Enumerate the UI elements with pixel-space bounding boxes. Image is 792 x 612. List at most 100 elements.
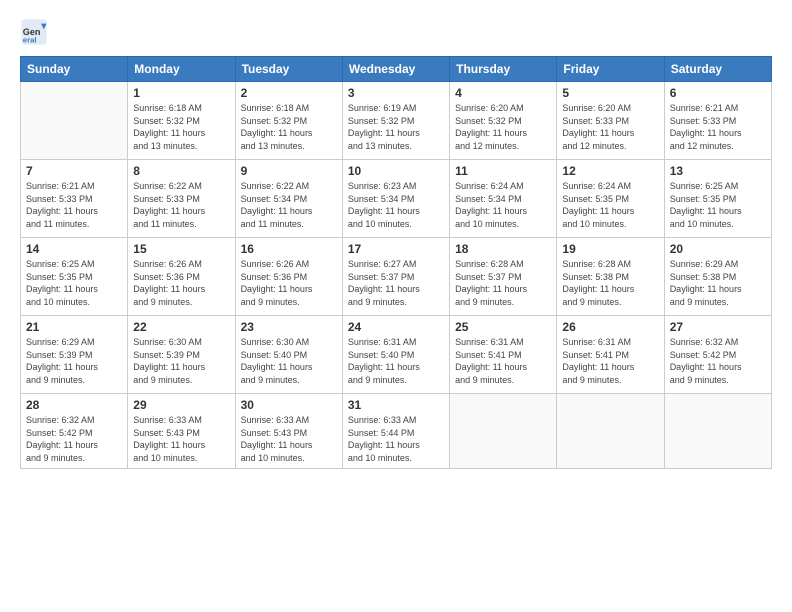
- calendar-cell: 4 Sunrise: 6:20 AM Sunset: 5:32 PM Daylig…: [450, 82, 557, 160]
- calendar-cell: [450, 394, 557, 469]
- calendar-header-tuesday: Tuesday: [235, 57, 342, 82]
- day-number: 16: [241, 242, 337, 256]
- day-info: Sunrise: 6:22 AM Sunset: 5:34 PM Dayligh…: [241, 180, 337, 230]
- day-info: Sunrise: 6:28 AM Sunset: 5:38 PM Dayligh…: [562, 258, 658, 308]
- day-info: Sunrise: 6:20 AM Sunset: 5:33 PM Dayligh…: [562, 102, 658, 152]
- page-header: Gen eral: [20, 18, 772, 46]
- calendar-cell: 10 Sunrise: 6:23 AM Sunset: 5:34 PM Dayli…: [342, 160, 449, 238]
- day-number: 7: [26, 164, 122, 178]
- calendar-cell: 15 Sunrise: 6:26 AM Sunset: 5:36 PM Dayli…: [128, 238, 235, 316]
- calendar-header-saturday: Saturday: [664, 57, 771, 82]
- calendar-cell: 28 Sunrise: 6:32 AM Sunset: 5:42 PM Dayli…: [21, 394, 128, 469]
- day-info: Sunrise: 6:29 AM Sunset: 5:39 PM Dayligh…: [26, 336, 122, 386]
- calendar-cell: 8Sunrise: 6:22 AM Sunset: 5:33 PM Daylig…: [128, 160, 235, 238]
- day-info: Sunrise: 6:20 AM Sunset: 5:32 PM Dayligh…: [455, 102, 551, 152]
- calendar-table: SundayMondayTuesdayWednesdayThursdayFrid…: [20, 56, 772, 469]
- day-number: 29: [133, 398, 229, 412]
- day-info: Sunrise: 6:28 AM Sunset: 5:37 PM Dayligh…: [455, 258, 551, 308]
- calendar-cell: 23Sunrise: 6:30 AM Sunset: 5:40 PM Dayli…: [235, 316, 342, 394]
- day-info: Sunrise: 6:33 AM Sunset: 5:43 PM Dayligh…: [133, 414, 229, 464]
- day-info: Sunrise: 6:24 AM Sunset: 5:35 PM Dayligh…: [562, 180, 658, 230]
- calendar-cell: 19Sunrise: 6:28 AM Sunset: 5:38 PM Dayli…: [557, 238, 664, 316]
- day-info: Sunrise: 6:33 AM Sunset: 5:44 PM Dayligh…: [348, 414, 444, 464]
- day-number: 5: [562, 86, 658, 100]
- day-number: 25: [455, 320, 551, 334]
- day-info: Sunrise: 6:19 AM Sunset: 5:32 PM Dayligh…: [348, 102, 444, 152]
- day-number: 15: [133, 242, 229, 256]
- calendar-cell: 26 Sunrise: 6:31 AM Sunset: 5:41 PM Dayli…: [557, 316, 664, 394]
- calendar-week-row: 21 Sunrise: 6:29 AM Sunset: 5:39 PM Dayli…: [21, 316, 772, 394]
- day-number: 24: [348, 320, 444, 334]
- day-info: Sunrise: 6:29 AM Sunset: 5:38 PM Dayligh…: [670, 258, 766, 308]
- calendar-cell: 27 Sunrise: 6:32 AM Sunset: 5:42 PM Dayli…: [664, 316, 771, 394]
- day-info: Sunrise: 6:27 AM Sunset: 5:37 PM Dayligh…: [348, 258, 444, 308]
- calendar-cell: 7 Sunrise: 6:21 AM Sunset: 5:33 PM Daylig…: [21, 160, 128, 238]
- calendar-cell: 30 Sunrise: 6:33 AM Sunset: 5:43 PM Dayli…: [235, 394, 342, 469]
- day-number: 22: [133, 320, 229, 334]
- day-number: 8: [133, 164, 229, 178]
- day-number: 10: [348, 164, 444, 178]
- day-info: Sunrise: 6:31 AM Sunset: 5:40 PM Dayligh…: [348, 336, 444, 386]
- day-number: 9: [241, 164, 337, 178]
- day-number: 28: [26, 398, 122, 412]
- day-info: Sunrise: 6:33 AM Sunset: 5:43 PM Dayligh…: [241, 414, 337, 464]
- day-number: 17: [348, 242, 444, 256]
- day-number: 1: [133, 86, 229, 100]
- day-info: Sunrise: 6:32 AM Sunset: 5:42 PM Dayligh…: [670, 336, 766, 386]
- calendar-cell: 22 Sunrise: 6:30 AM Sunset: 5:39 PM Dayli…: [128, 316, 235, 394]
- calendar-cell: [21, 82, 128, 160]
- calendar-header-wednesday: Wednesday: [342, 57, 449, 82]
- calendar-cell: 16 Sunrise: 6:26 AM Sunset: 5:36 PM Dayli…: [235, 238, 342, 316]
- calendar-cell: 2 Sunrise: 6:18 AM Sunset: 5:32 PM Daylig…: [235, 82, 342, 160]
- calendar-cell: [557, 394, 664, 469]
- day-number: 31: [348, 398, 444, 412]
- day-number: 14: [26, 242, 122, 256]
- day-number: 20: [670, 242, 766, 256]
- day-info: Sunrise: 6:26 AM Sunset: 5:36 PM Dayligh…: [133, 258, 229, 308]
- day-number: 6: [670, 86, 766, 100]
- calendar-week-row: 1 Sunrise: 6:18 AM Sunset: 5:32 PM Daylig…: [21, 82, 772, 160]
- calendar-cell: [664, 394, 771, 469]
- day-number: 27: [670, 320, 766, 334]
- day-info: Sunrise: 6:32 AM Sunset: 5:42 PM Dayligh…: [26, 414, 122, 464]
- day-info: Sunrise: 6:30 AM Sunset: 5:40 PM Dayligh…: [241, 336, 337, 386]
- logo: Gen eral: [20, 18, 52, 46]
- calendar-cell: 24 Sunrise: 6:31 AM Sunset: 5:40 PM Dayli…: [342, 316, 449, 394]
- calendar-cell: 3Sunrise: 6:19 AM Sunset: 5:32 PM Daylig…: [342, 82, 449, 160]
- calendar-header-friday: Friday: [557, 57, 664, 82]
- day-info: Sunrise: 6:31 AM Sunset: 5:41 PM Dayligh…: [562, 336, 658, 386]
- day-info: Sunrise: 6:30 AM Sunset: 5:39 PM Dayligh…: [133, 336, 229, 386]
- calendar-header-row: SundayMondayTuesdayWednesdayThursdayFrid…: [21, 57, 772, 82]
- day-number: 30: [241, 398, 337, 412]
- day-info: Sunrise: 6:18 AM Sunset: 5:32 PM Dayligh…: [133, 102, 229, 152]
- day-number: 13: [670, 164, 766, 178]
- day-number: 26: [562, 320, 658, 334]
- calendar-header-thursday: Thursday: [450, 57, 557, 82]
- calendar-cell: 13 Sunrise: 6:25 AM Sunset: 5:35 PM Dayli…: [664, 160, 771, 238]
- calendar-cell: 25 Sunrise: 6:31 AM Sunset: 5:41 PM Dayli…: [450, 316, 557, 394]
- day-number: 21: [26, 320, 122, 334]
- calendar-cell: 11 Sunrise: 6:24 AM Sunset: 5:34 PM Dayli…: [450, 160, 557, 238]
- day-info: Sunrise: 6:18 AM Sunset: 5:32 PM Dayligh…: [241, 102, 337, 152]
- day-info: Sunrise: 6:23 AM Sunset: 5:34 PM Dayligh…: [348, 180, 444, 230]
- day-number: 4: [455, 86, 551, 100]
- calendar-header-sunday: Sunday: [21, 57, 128, 82]
- calendar-week-row: 28 Sunrise: 6:32 AM Sunset: 5:42 PM Dayli…: [21, 394, 772, 469]
- calendar-cell: 20 Sunrise: 6:29 AM Sunset: 5:38 PM Dayli…: [664, 238, 771, 316]
- svg-text:eral: eral: [23, 36, 37, 45]
- day-number: 2: [241, 86, 337, 100]
- day-info: Sunrise: 6:25 AM Sunset: 5:35 PM Dayligh…: [670, 180, 766, 230]
- day-info: Sunrise: 6:21 AM Sunset: 5:33 PM Dayligh…: [670, 102, 766, 152]
- calendar-cell: 9 Sunrise: 6:22 AM Sunset: 5:34 PM Daylig…: [235, 160, 342, 238]
- day-info: Sunrise: 6:26 AM Sunset: 5:36 PM Dayligh…: [241, 258, 337, 308]
- day-info: Sunrise: 6:31 AM Sunset: 5:41 PM Dayligh…: [455, 336, 551, 386]
- day-number: 12: [562, 164, 658, 178]
- calendar-cell: 31 Sunrise: 6:33 AM Sunset: 5:44 PM Dayli…: [342, 394, 449, 469]
- day-info: Sunrise: 6:24 AM Sunset: 5:34 PM Dayligh…: [455, 180, 551, 230]
- calendar-cell: 14Sunrise: 6:25 AM Sunset: 5:35 PM Dayli…: [21, 238, 128, 316]
- calendar-cell: 6 Sunrise: 6:21 AM Sunset: 5:33 PM Daylig…: [664, 82, 771, 160]
- day-info: Sunrise: 6:21 AM Sunset: 5:33 PM Dayligh…: [26, 180, 122, 230]
- calendar-cell: 12 Sunrise: 6:24 AM Sunset: 5:35 PM Dayli…: [557, 160, 664, 238]
- day-number: 11: [455, 164, 551, 178]
- calendar-cell: 5 Sunrise: 6:20 AM Sunset: 5:33 PM Daylig…: [557, 82, 664, 160]
